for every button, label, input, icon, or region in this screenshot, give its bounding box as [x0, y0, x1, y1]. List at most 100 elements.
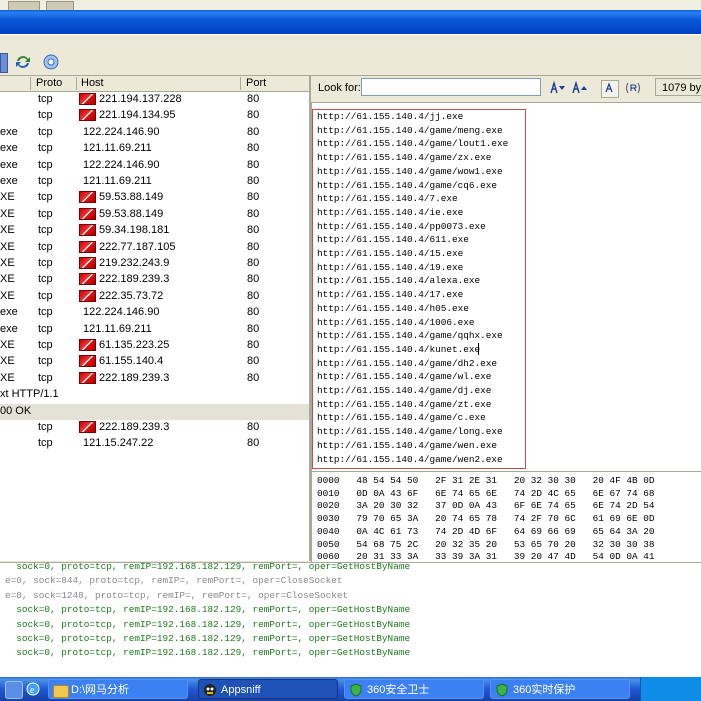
host-cell: 222.35.73.72	[99, 289, 164, 302]
table-row[interactable]: XE tcp 59.53.88.149 80	[0, 190, 309, 206]
process-cell: exe	[0, 175, 18, 187]
column-header-proto[interactable]: Proto	[36, 77, 62, 89]
url-line: http://61.155.140.4/game/wen2.exe	[317, 453, 503, 465]
taskbar-item-appsniff[interactable]: Appsniff	[198, 679, 338, 699]
url-line: http://61.155.140.4/game/wen.exe	[317, 439, 498, 451]
shield-icon	[349, 683, 363, 697]
proto-cell: tcp	[38, 289, 53, 302]
proto-cell: tcp	[38, 437, 53, 450]
show-desktop-icon[interactable]	[5, 681, 23, 699]
proto-cell: tcp	[38, 109, 53, 122]
table-row[interactable]: exe tcp 121.11.69.211 80	[0, 141, 309, 157]
toolbar-edge-icon[interactable]	[0, 53, 8, 73]
port-cell: 80	[247, 158, 260, 171]
table-row[interactable]: exe tcp 121.11.69.211 80	[0, 322, 309, 338]
payload-text-view[interactable]: http://61.155.140.4/jj.exe http://61.155.…	[311, 102, 701, 472]
hex-line: 0060 20 31 33 3A 33 39 3A 31 39 20 47 4D…	[317, 551, 655, 563]
taskbar-item-label: 360安全卫士	[367, 684, 430, 696]
taskbar-item-folder[interactable]: D:\网马分析	[48, 679, 188, 699]
proto-cell: tcp	[38, 306, 53, 319]
table-row[interactable]: XE tcp 222.189.239.3 80	[0, 272, 309, 288]
table-row[interactable]: XE tcp 222.77.187.105 80	[0, 240, 309, 256]
response-summary-row[interactable]: 00 OK	[0, 403, 309, 420]
log-view[interactable]: sock=0, proto=tcp, remIP=192.168.182.129…	[0, 562, 701, 678]
find-prev-icon[interactable]	[571, 80, 589, 96]
hex-line: 0010 0D 0A 43 6F 6E 74 65 6E 74 2D 4C 65…	[317, 487, 655, 499]
table-row[interactable]: tcp 221.194.137.228 80	[0, 92, 309, 108]
table-row[interactable]: exe tcp 122.224.146.90 80	[0, 158, 309, 174]
port-cell: 80	[247, 421, 260, 433]
port-cell: 80	[247, 207, 260, 220]
proto-cell: tcp	[38, 257, 53, 269]
table-row[interactable]: XE tcp 61.135.223.25 80	[0, 338, 309, 354]
url-line: http://61.155.140.4/alexa.exe	[317, 275, 481, 287]
port-cell: 80	[247, 175, 260, 187]
port-cell: 80	[247, 273, 260, 286]
url-line: http://61.155.140.4/game/cq6.exe	[317, 179, 498, 191]
process-cell: XE	[0, 355, 15, 368]
port-cell: 80	[247, 437, 260, 450]
table-row[interactable]: XE tcp 222.35.73.72 80	[0, 289, 309, 305]
flag-icon	[79, 191, 96, 204]
table-row[interactable]: tcp 222.189.239.3 80	[0, 420, 309, 436]
ie-quicklaunch-icon[interactable]: e	[25, 681, 41, 697]
host-cell: 122.224.146.90	[83, 306, 160, 319]
url-line: http://61.155.140.4/game/wow1.exe	[317, 165, 503, 177]
column-header-port[interactable]: Port	[246, 77, 266, 89]
taskbar-item-label: D:\网马分析	[71, 684, 130, 696]
folder-icon	[53, 685, 69, 698]
port-cell: 80	[247, 93, 260, 105]
url-line: http://61.155.140.4/19.exe	[317, 261, 464, 273]
url-line: http://61.155.140.4/game/dh2.exe	[317, 357, 498, 369]
capture-options-icon[interactable]	[42, 53, 60, 71]
url-line: http://61.155.140.4/game/zx.exe	[317, 152, 492, 164]
taskbar-item-label: 360实时保护	[513, 684, 576, 696]
log-line: sock=0, proto=tcp, remIP=192.168.182.129…	[5, 618, 411, 630]
match-case-icon[interactable]	[601, 80, 619, 98]
flag-icon	[79, 339, 96, 351]
table-row[interactable]: XE tcp 219.232.243.9 80	[0, 256, 309, 272]
url-line: http://61.155.140.4/15.exe	[317, 248, 464, 259]
host-cell: 59.53.88.149	[99, 191, 164, 204]
table-row[interactable]: exe tcp 121.11.69.211 80	[0, 174, 309, 190]
flag-icon	[79, 355, 96, 368]
url-line: http://61.155.140.4/17.exe	[317, 289, 464, 301]
table-row[interactable]: exe tcp 122.224.146.90 80	[0, 125, 309, 141]
request-summary-row[interactable]: xt HTTP/1.1	[0, 387, 309, 403]
log-line: sock=0, proto=tcp, remIP=192.168.182.129…	[5, 647, 411, 659]
host-cell: 219.232.243.9	[99, 257, 170, 269]
regex-icon[interactable]	[624, 80, 642, 96]
taskbar-item-360-realtime[interactable]: 360实时保护	[490, 679, 630, 699]
refresh-arrows-icon[interactable]	[14, 53, 32, 71]
host-cell: 122.224.146.90	[83, 125, 160, 138]
appsniff-icon	[203, 683, 217, 697]
host-cell: 59.53.88.149	[99, 207, 164, 220]
host-cell: 121.11.69.211	[83, 175, 152, 187]
taskbar: e D:\网马分析 Appsniff 360安全卫士 360实时保护	[0, 677, 701, 701]
table-row[interactable]: XE tcp 59.34.198.181 80	[0, 223, 309, 239]
shield-icon	[495, 683, 509, 697]
process-cell: XE	[0, 191, 15, 204]
port-cell: 80	[247, 289, 260, 302]
port-cell: 80	[247, 142, 260, 155]
proto-cell: tcp	[38, 207, 53, 220]
url-line: http://61.155.140.4/game/c.exe	[317, 412, 486, 424]
table-row[interactable]: tcp 121.15.247.22 80	[0, 436, 309, 452]
host-cell: 122.224.146.90	[83, 158, 160, 171]
log-line: e=0, sock=1248, proto=tcp, remIP=, remPo…	[5, 589, 349, 601]
table-row[interactable]: XE tcp 61.155.140.4 80	[0, 354, 309, 370]
look-for-input[interactable]	[361, 78, 541, 96]
byte-count: 1079 byt	[655, 78, 701, 96]
table-row[interactable]: XE tcp 222.189.239.3 80	[0, 371, 309, 387]
port-cell: 80	[247, 257, 260, 269]
column-header-host[interactable]: Host	[81, 77, 104, 89]
find-next-icon[interactable]	[549, 80, 567, 96]
table-row[interactable]: XE tcp 59.53.88.149 80	[0, 207, 309, 223]
table-row[interactable]: tcp 221.194.134.95 80	[0, 108, 309, 124]
hex-view[interactable]: 0000 48 54 54 50 2F 31 2E 31 20 32 30 30…	[311, 471, 701, 563]
table-row[interactable]: exe tcp 122.224.146.90 80	[0, 305, 309, 321]
flag-icon	[79, 240, 96, 253]
svg-text:e: e	[30, 685, 35, 696]
port-cell: 80	[247, 371, 260, 384]
taskbar-item-360-safe[interactable]: 360安全卫士	[344, 679, 484, 699]
